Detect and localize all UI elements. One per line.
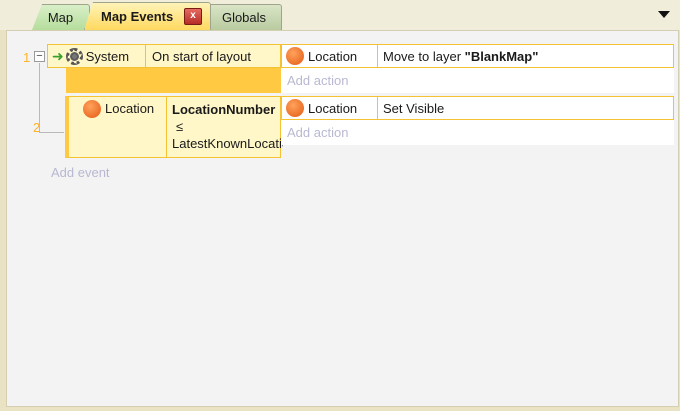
condition-object: Location — [105, 101, 155, 116]
action-text-cell: Move to layer "BlankMap" — [378, 45, 675, 67]
location-object-icon — [286, 47, 304, 65]
add-action-link[interactable]: Add action — [287, 125, 348, 140]
event-body-bar — [66, 68, 281, 93]
tab-bar: Map Globals Map Events x — [0, 0, 680, 30]
condition-object-cell: Location — [69, 97, 167, 157]
action-value: "BlankMap" — [464, 48, 539, 64]
tab-label: Globals — [221, 10, 267, 25]
condition-operator: ≤ — [176, 119, 184, 134]
action-row[interactable]: Location Move to layer "BlankMap" — [281, 44, 674, 68]
tab-globals[interactable]: Globals — [206, 4, 282, 30]
action-object: Location — [308, 48, 358, 64]
event-sheet: 1 − ➜ System On start of layout Location… — [6, 30, 679, 407]
tab-dropdown-icon[interactable] — [658, 11, 670, 18]
condition-object: System — [85, 48, 130, 64]
action-object-cell: Location — [282, 45, 378, 67]
condition-object-cell: ➜ System — [48, 45, 146, 67]
trigger-arrow-icon: ➜ — [52, 47, 64, 64]
condition-row[interactable]: Location LocationNumber ≤ LatestKnownLoc… — [65, 96, 283, 158]
add-action-row: Add action — [281, 120, 674, 145]
event-number: 1 — [23, 50, 31, 65]
tree-line — [39, 132, 64, 133]
condition-rest-text: LatestKnownLocation — [172, 136, 283, 151]
condition-text-cell: LocationNumber ≤ LatestKnownLocation — [167, 97, 283, 157]
action-row[interactable]: Location Set Visible — [281, 96, 674, 120]
condition-text: On start of layout — [152, 48, 251, 64]
action-object-cell: Location — [282, 97, 378, 119]
add-event-link[interactable]: Add event — [51, 165, 110, 180]
location-object-icon — [83, 100, 101, 118]
action-text: Move to layer — [383, 48, 465, 64]
collapse-icon[interactable]: − — [34, 51, 45, 62]
action-object: Location — [308, 100, 358, 116]
tab-map-events[interactable]: Map Events x — [84, 2, 211, 30]
location-object-icon — [286, 99, 304, 117]
condition-row[interactable]: ➜ System On start of layout — [47, 44, 281, 68]
tab-map[interactable]: Map — [32, 4, 90, 30]
condition-text-cell: On start of layout — [146, 45, 282, 67]
close-icon[interactable]: x — [184, 8, 202, 25]
event-number: 2 — [33, 120, 41, 135]
add-action-link[interactable]: Add action — [287, 73, 348, 88]
action-text-cell: Set Visible — [378, 97, 675, 119]
tab-label: Map — [47, 10, 74, 25]
action-text: Set Visible — [383, 100, 445, 116]
tab-label: Map Events — [101, 9, 174, 24]
condition-bold-text: LocationNumber — [172, 102, 276, 117]
gear-icon — [65, 47, 83, 65]
add-action-row: Add action — [281, 68, 674, 93]
